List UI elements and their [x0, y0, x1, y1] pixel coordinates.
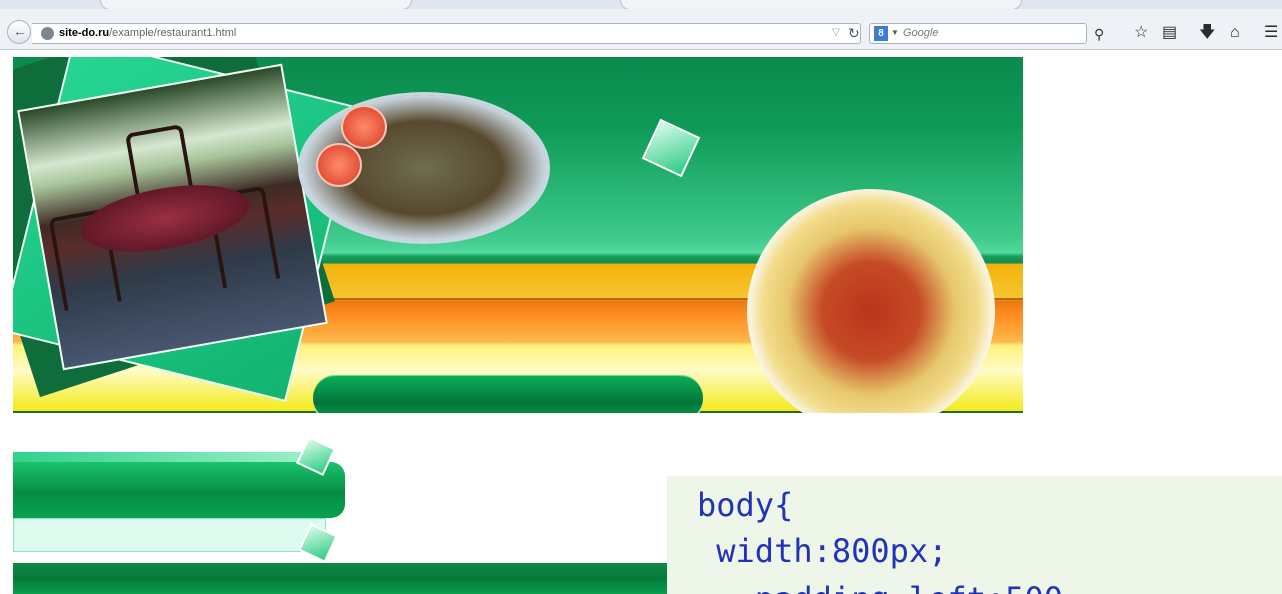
nav-green-block — [13, 462, 345, 518]
code-line: body{ — [697, 486, 794, 524]
search-engine-icon[interactable]: 8 — [874, 26, 888, 41]
tomato-slice — [316, 143, 362, 187]
url-bar[interactable]: site-do.ru/example/restaurant1.html ▽ ↻ — [32, 23, 861, 44]
restaurant-interior-photo — [17, 63, 328, 371]
browser-toolbar: ← site-do.ru/example/restaurant1.html ▽ … — [0, 9, 1282, 50]
code-snippet-overlay: body{ width:800px; padding-left:500 — [667, 476, 1282, 594]
reading-list-icon[interactable]: ▤ — [1162, 25, 1177, 41]
nav-light-block — [13, 518, 326, 552]
steak-plate-image — [301, 95, 547, 241]
code-line: padding-left:500 — [697, 580, 1063, 594]
download-icon[interactable]: 🡇 — [1199, 25, 1215, 41]
back-icon: ← — [13, 23, 27, 39]
globe-icon — [41, 27, 54, 40]
menu-icon[interactable]: ☰ — [1264, 25, 1278, 41]
url-text: site-do.ru/example/restaurant1.html — [59, 27, 236, 39]
dropdown-icon[interactable]: ▽ — [832, 27, 840, 38]
reload-icon[interactable]: ↻ — [848, 25, 860, 42]
footer-green-bar — [13, 563, 673, 594]
back-button[interactable]: ← — [7, 20, 31, 44]
pasta-plate-image — [747, 189, 995, 413]
tomato-slice — [341, 105, 387, 149]
url-host: site-do.ru — [59, 27, 110, 39]
decorative-diamond-icon — [641, 118, 701, 178]
search-engine-dropdown-icon[interactable]: ▼ — [891, 28, 899, 37]
bookmark-star-icon[interactable]: ☆ — [1134, 25, 1148, 41]
tab-strip — [0, 0, 1282, 10]
restaurant-header-banner — [13, 57, 1023, 413]
magnifier-icon[interactable]: ⚲ — [1094, 26, 1110, 42]
search-placeholder: Google — [903, 27, 939, 39]
search-input[interactable]: 8 ▼ Google — [869, 23, 1087, 44]
url-path: /example/restaurant1.html — [109, 27, 237, 39]
home-icon[interactable]: ⌂ — [1230, 25, 1240, 41]
code-line: width:800px; — [697, 532, 948, 570]
header-green-pill — [313, 376, 703, 413]
